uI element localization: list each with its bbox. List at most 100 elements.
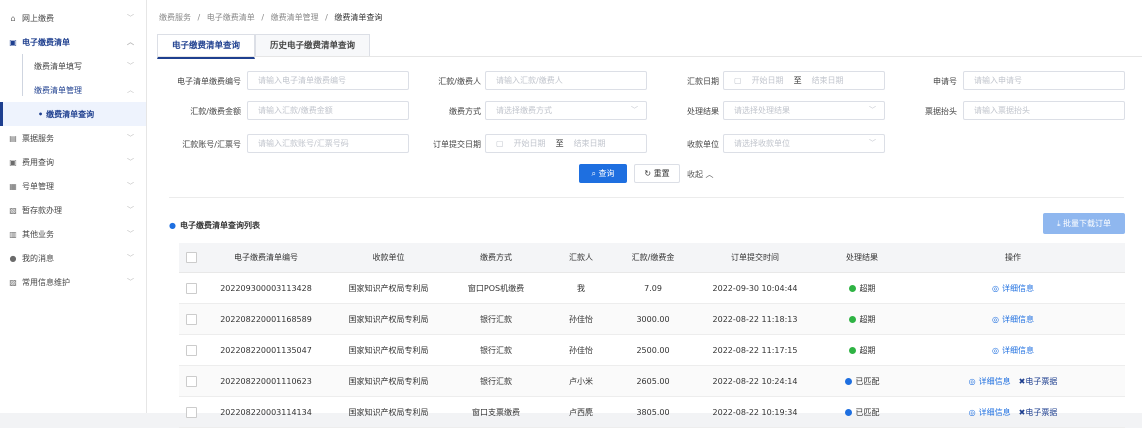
eye-icon: ◎ — [992, 314, 999, 324]
sidebar-item-deposit[interactable]: ▧ 暂存款办理 ﹀ — [0, 198, 146, 222]
remit-date-label: 汇款日期 — [687, 77, 719, 86]
cell-time: 2022-09-30 10:04:44 — [687, 272, 823, 304]
status-dot-icon — [844, 377, 852, 385]
table-row: 202208220001168589 国家知识产权局专利局 银行汇款 孙佳怡 3000.… — [179, 303, 1125, 335]
chevron-down-icon: ﹀ — [127, 14, 134, 22]
receiver-select[interactable]: 请选择收款单位 ﹀ — [723, 134, 885, 153]
row-checkbox[interactable] — [179, 334, 204, 366]
payer-input[interactable]: 请输入汇款/缴费人 — [485, 71, 647, 90]
account-label: 汇款账号/汇票号 — [182, 140, 241, 149]
cell-payer: 我 — [543, 272, 619, 304]
sidebar-item-label: 网上缴费 — [22, 13, 54, 23]
cell-status: 超期 — [823, 303, 901, 335]
cell-actions: ◎ 详细信息 ✖电子票据 — [901, 396, 1125, 428]
detail-link[interactable]: ◎ 详细信息 — [992, 346, 1034, 355]
sidebar-item-info-maintain[interactable]: ▨ 常用信息维护 ﹀ — [0, 270, 146, 294]
breadcrumb-item[interactable]: 缴费清单管理 — [271, 13, 319, 22]
sidebar-item-messages[interactable]: ● 我的消息 ﹀ — [0, 246, 146, 270]
status-dot-icon — [848, 315, 856, 323]
cell-status: 已匹配 — [823, 396, 901, 428]
row-checkbox[interactable] — [179, 396, 204, 428]
e-invoice-link[interactable]: ✖电子票据 — [1019, 408, 1058, 417]
sidebar-item-ticket-service[interactable]: ▤ 票据服务 ﹀ — [0, 126, 146, 150]
submit-date-label: 订单提交日期 — [433, 140, 481, 149]
list-no-label: 电子清单缴费编号 — [177, 77, 241, 86]
detail-link[interactable]: ◎ 详细信息 — [992, 315, 1034, 324]
cell-list-id: 202208220001135047 — [204, 334, 328, 366]
cell-unit: 国家知识产权局专利局 — [328, 396, 449, 428]
receiver-label: 收款单位 — [687, 140, 719, 149]
breadcrumb-item[interactable]: 缴费服务 — [159, 13, 191, 22]
detail-link[interactable]: ◎ 详细信息 — [969, 408, 1011, 417]
number-icon: ▦ — [9, 181, 17, 191]
tab-history-e-list-query[interactable]: 历史电子缴费清单查询 — [255, 34, 371, 57]
table-row: 202208220001110623 国家知识产权局专利局 银行汇款 卢小米 2605.… — [179, 365, 1125, 397]
fee-icon: ▣ — [9, 157, 17, 167]
chevron-down-icon: ﹀ — [127, 254, 134, 262]
cell-amount: 2500.00 — [619, 334, 687, 366]
sidebar-item-online-payment[interactable]: ⌂ 网上缴费 ﹀ — [0, 6, 146, 30]
chevron-down-icon: ﹀ — [127, 62, 134, 70]
row-checkbox[interactable] — [179, 272, 204, 304]
chevron-up-icon: ︿ — [127, 38, 134, 46]
amount-label: 汇款/缴费金额 — [190, 107, 241, 116]
cell-payer: 孙佳怡 — [543, 303, 619, 335]
refresh-icon: ↻ — [644, 169, 652, 178]
cell-amount: 2605.00 — [619, 365, 687, 397]
applicant-no-input[interactable]: 请输入申请号 — [963, 71, 1125, 90]
status-badge: 已匹配 — [855, 407, 880, 417]
table-header: 操作 — [901, 243, 1125, 273]
detail-link[interactable]: ◎ 详细信息 — [969, 377, 1011, 386]
remit-date-range[interactable]: ▢ 开始日期至结束日期 — [723, 71, 885, 90]
chevron-down-icon: ﹀ — [869, 139, 876, 147]
sidebar-item-label: 常用信息维护 — [22, 277, 70, 287]
ticket-icon: ▤ — [9, 133, 17, 143]
table-header: 汇款/缴费金 — [619, 243, 687, 273]
breadcrumb: 缴费服务 / 电子缴费清单 / 缴费清单管理 / 缴费清单查询 — [159, 13, 383, 22]
sidebar-item-label: 电子缴费清单 — [22, 37, 70, 47]
chevron-down-icon: ﹀ — [631, 106, 638, 114]
query-button[interactable]: ⌕ 查询 — [579, 164, 627, 183]
amount-input[interactable]: 请输入汇款/缴费金额 — [247, 101, 409, 120]
sidebar-item-list-query[interactable]: • 缴费清单查询 — [0, 102, 146, 126]
sidebar-item-list-fill[interactable]: 缴费清单填写 ﹀ — [0, 54, 146, 78]
detail-link[interactable]: ◎ 详细信息 — [992, 284, 1034, 293]
cell-time: 2022-08-22 11:18:13 — [687, 303, 823, 335]
sidebar-item-e-payment-list[interactable]: ▣ 电子缴费清单 ︿ — [0, 30, 146, 54]
submit-date-range[interactable]: ▢ 开始日期至结束日期 — [485, 134, 647, 153]
reset-button[interactable]: ↻ 重置 — [634, 164, 680, 183]
e-invoice-link[interactable]: ✖电子票据 — [1019, 377, 1058, 386]
method-select[interactable]: 请选择缴费方式 ﹀ — [485, 101, 647, 120]
eye-icon: ◎ — [968, 376, 976, 386]
select-all-checkbox[interactable] — [179, 243, 204, 273]
table-header: 处理结果 — [823, 243, 901, 273]
chevron-up-icon: ︿ — [705, 170, 714, 179]
status-badge: 超期 — [859, 283, 876, 293]
list-no-input[interactable]: 请输入电子清单缴费编号 — [247, 71, 409, 90]
sidebar-item-list-manage[interactable]: 缴费清单管理 ︿ — [0, 78, 146, 102]
row-checkbox[interactable] — [179, 303, 204, 335]
result-select[interactable]: 请选择处理结果 ﹀ — [723, 101, 885, 120]
cell-actions: ◎ 详细信息 — [901, 303, 1125, 335]
sidebar-item-other[interactable]: ▥ 其他业务 ﹀ — [0, 222, 146, 246]
cell-payer: 卢西麂 — [543, 396, 619, 428]
sidebar-item-label: 缴费清单管理 — [34, 85, 82, 95]
row-checkbox[interactable] — [179, 365, 204, 397]
collapse-toggle[interactable]: 收起 ︿ — [687, 169, 714, 180]
breadcrumb-item[interactable]: 电子缴费清单 — [207, 13, 255, 22]
batch-download-button[interactable]: ⤓ 批量下载订单 — [1043, 213, 1125, 234]
cell-payer: 孙佳怡 — [543, 334, 619, 366]
account-input[interactable]: 请输入汇款账号/汇票号码 — [247, 134, 409, 153]
eye-icon: ◎ — [968, 407, 976, 417]
deposit-icon: ▧ — [9, 205, 17, 215]
cell-time: 2022-08-22 10:19:34 — [687, 396, 823, 428]
sidebar-item-label: 其他业务 — [22, 229, 54, 239]
sidebar-item-number-manage[interactable]: ▦ 号单管理 ﹀ — [0, 174, 146, 198]
cell-amount: 7.09 — [619, 272, 687, 304]
cell-actions: ◎ 详细信息 — [901, 272, 1125, 304]
invoice-title-input[interactable]: 请输入票据抬头 — [963, 101, 1125, 120]
sidebar-item-fee-query[interactable]: ▣ 费用查询 ﹀ — [0, 150, 146, 174]
cell-list-id: 202209300003113428 — [204, 272, 328, 304]
cell-actions: ◎ 详细信息 ✖电子票据 — [901, 365, 1125, 397]
cell-method: 银行汇款 — [449, 365, 543, 397]
